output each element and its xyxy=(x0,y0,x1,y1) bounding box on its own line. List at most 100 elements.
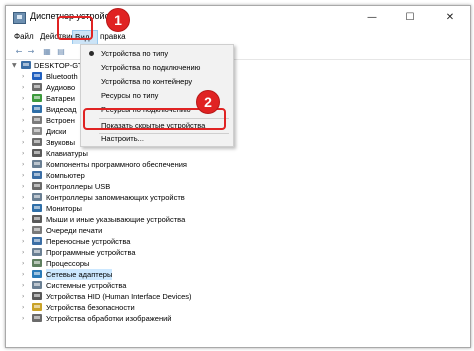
device-category-icon xyxy=(32,204,42,212)
tree-category-label: Батареи xyxy=(46,94,75,103)
tree-category-row[interactable]: › Процессоры xyxy=(6,258,470,269)
view-menu-item-by-type[interactable]: Устройства по типу xyxy=(81,47,233,61)
device-category-icon xyxy=(32,281,42,289)
expand-chevron-icon[interactable]: › xyxy=(22,315,29,322)
device-category-icon xyxy=(32,215,42,223)
device-category-icon xyxy=(32,226,42,234)
expand-chevron-icon[interactable]: › xyxy=(22,128,29,135)
tree-category-row[interactable]: › Программные устройства xyxy=(6,247,470,258)
expand-chevron-icon[interactable]: › xyxy=(22,73,29,80)
maximize-button[interactable]: ☐ xyxy=(396,6,424,30)
expand-chevron-icon[interactable]: › xyxy=(22,95,29,102)
tree-category-row[interactable]: › Мониторы xyxy=(6,203,470,214)
tree-category-label: Контроллеры запоминающих устройств xyxy=(46,193,185,202)
expand-chevron-icon[interactable]: › xyxy=(22,194,29,201)
device-category-icon xyxy=(32,83,42,91)
tree-category-row[interactable]: › Видеоад xyxy=(6,104,470,115)
tree-category-row[interactable]: › Переносные устройства xyxy=(6,236,470,247)
tree-root[interactable]: ▼ DESKTOP-GTI xyxy=(6,60,470,71)
back-icon[interactable]: ← xyxy=(14,47,24,56)
toolbar: ← → ▦ ▤ xyxy=(6,44,470,60)
tree-category-row[interactable]: › Батареи xyxy=(6,93,470,104)
expand-chevron-icon[interactable]: › xyxy=(22,260,29,267)
collapse-icon[interactable]: ▼ xyxy=(12,62,19,69)
expand-chevron-icon[interactable]: › xyxy=(22,117,29,124)
expand-chevron-icon[interactable]: › xyxy=(22,282,29,289)
tree-category-label: Встроен xyxy=(46,116,75,125)
expand-chevron-icon[interactable]: › xyxy=(22,293,29,300)
close-button[interactable]: ✕ xyxy=(436,6,464,30)
tree-category-row[interactable]: › Мыши и иные указывающие устройства xyxy=(6,214,470,225)
tree-category-label: Системные устройства xyxy=(46,281,127,290)
forward-icon[interactable]: → xyxy=(26,47,36,56)
tree-root-label: DESKTOP-GTI xyxy=(34,61,85,70)
tree-category-row[interactable]: › Компоненты программного обеспечения xyxy=(6,159,470,170)
view-menu-item-customize[interactable]: Настроить... xyxy=(81,132,233,146)
device-category-icon xyxy=(32,160,42,168)
view-menu-item-by-connection[interactable]: Устройства по подключению xyxy=(81,61,233,75)
device-category-icon xyxy=(32,127,42,135)
expand-chevron-icon[interactable]: › xyxy=(22,304,29,311)
tree-category-row[interactable]: › Контроллеры запоминающих устройств xyxy=(6,192,470,203)
tree-category-label: Компьютер xyxy=(46,171,85,180)
tree-category-row[interactable]: › Устройства обработки изображений xyxy=(6,313,470,324)
view-menu-item-label: Устройства по контейнеру xyxy=(101,77,193,86)
tree-category-row[interactable]: › Контроллеры USB xyxy=(6,181,470,192)
tree-category-row[interactable]: › Устройства HID (Human Interface Devices… xyxy=(6,291,470,302)
expand-chevron-icon[interactable]: › xyxy=(22,161,29,168)
menu-help[interactable]: правка xyxy=(100,32,126,41)
tree-category-row[interactable]: › Диски xyxy=(6,126,470,137)
device-category-icon xyxy=(32,182,42,190)
view-menu-item-by-container[interactable]: Устройства по контейнеру xyxy=(81,75,233,89)
tree-category-row[interactable]: › Bluetooth xyxy=(6,71,470,82)
expand-chevron-icon[interactable]: › xyxy=(22,150,29,157)
tree-category-label: Клавиатуры xyxy=(46,149,88,158)
tree-category-label: Звуковы xyxy=(46,138,76,147)
tree-category-row[interactable]: › Аудиово xyxy=(6,82,470,93)
expand-chevron-icon[interactable]: › xyxy=(22,271,29,278)
tree-category-row[interactable]: › Встроен xyxy=(6,115,470,126)
device-category-icon xyxy=(32,138,42,146)
screenshot-frame: Диспетчер устройств — ☐ ✕ Файл Действие … xyxy=(0,0,474,351)
device-category-icon xyxy=(32,171,42,179)
expand-chevron-icon[interactable]: › xyxy=(22,238,29,245)
tree-category-row[interactable]: › Клавиатуры xyxy=(6,148,470,159)
tree-category-row[interactable]: › Сетевые адаптеры xyxy=(6,269,470,280)
device-category-icon xyxy=(32,314,42,322)
device-category-icon xyxy=(32,270,42,278)
expand-chevron-icon[interactable]: › xyxy=(22,216,29,223)
view-menu-item-label: Ресурсы по типу xyxy=(101,91,159,100)
computer-icon xyxy=(21,61,31,69)
properties-icon[interactable]: ▦ xyxy=(42,47,52,56)
tree-category-row[interactable]: › Звуковы xyxy=(6,137,470,148)
device-category-icon xyxy=(32,105,42,113)
expand-chevron-icon[interactable]: › xyxy=(22,183,29,190)
view-menu-highlight xyxy=(57,16,93,40)
expand-chevron-icon[interactable]: › xyxy=(22,172,29,179)
device-category-icon xyxy=(32,292,42,300)
expand-chevron-icon[interactable]: › xyxy=(22,249,29,256)
menu-file[interactable]: Файл xyxy=(14,32,34,41)
tree-category-label: Сетевые адаптеры xyxy=(46,269,113,280)
expand-chevron-icon[interactable]: › xyxy=(22,106,29,113)
minimize-button[interactable]: — xyxy=(358,6,386,30)
tree-category-label: Аудиово xyxy=(46,83,76,92)
expand-chevron-icon[interactable]: › xyxy=(22,227,29,234)
tree-category-label: Контроллеры USB xyxy=(46,182,111,191)
list-icon[interactable]: ▤ xyxy=(56,47,66,56)
tree-category-label: Устройства HID (Human Interface Devices) xyxy=(46,292,192,301)
expand-chevron-icon[interactable]: › xyxy=(22,84,29,91)
tree-category-row[interactable]: › Устройства безопасности xyxy=(6,302,470,313)
tree-category-row[interactable]: › Системные устройства xyxy=(6,280,470,291)
tree-category-row[interactable]: › Компьютер xyxy=(6,170,470,181)
expand-chevron-icon[interactable]: › xyxy=(22,205,29,212)
device-category-icon xyxy=(32,248,42,256)
tree-category-row[interactable]: › Очереди печати xyxy=(6,225,470,236)
view-menu-item-label: Устройства по типу xyxy=(101,49,169,58)
tree-category-label: Программные устройства xyxy=(46,248,136,257)
tree-category-label: Видеоад xyxy=(46,105,77,114)
expand-chevron-icon[interactable]: › xyxy=(22,139,29,146)
device-manager-icon xyxy=(13,12,26,24)
step-2-badge: 2 xyxy=(196,90,220,114)
tree-category-label: Диски xyxy=(46,127,67,136)
